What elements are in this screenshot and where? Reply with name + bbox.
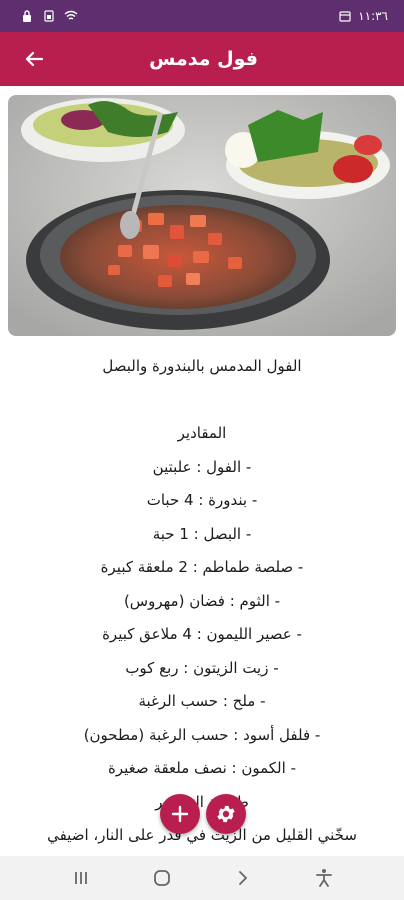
system-nav-bar [0,856,404,900]
ingredient-item: - بندورة : 4 حبات [146,491,258,509]
back-button[interactable] [18,43,50,75]
settings-button[interactable] [206,794,246,834]
recipe-image [8,95,396,336]
accessibility-button[interactable] [308,862,340,894]
preparation-text: سخّني القليل من الزيت في قدر على النار، … [47,826,357,844]
app-bar: فول مدمس [0,32,404,86]
home-button[interactable] [146,862,178,894]
sim-icon [44,10,54,22]
accessibility-icon [315,869,332,887]
ingredient-item: - الثوم : فضان (مهروس) [123,591,281,610]
status-icons-right: ١١:٣٦ [338,9,388,23]
ingredient-item: - عصير الليمون : 4 ملاعق كبيرة [102,625,302,643]
chevron-right-icon [238,871,247,885]
arrow-left-icon [25,51,44,67]
ingredient-item: - ملح : حسب الرغبة [138,692,266,710]
home-icon [153,870,170,886]
page-title: فول مدمس [149,48,258,70]
recents-icon [74,872,87,884]
nav-back-button[interactable] [227,862,259,894]
gear-icon [217,805,235,823]
ingredient-item: - الكمون : نصف ملعقة صغيرة [108,759,296,777]
ingredient-item: - زيت الزيتون : ربع كوب [125,658,279,677]
wifi-icon [64,10,78,20]
ingredient-item: - فلفل أسود : حسب الرغبة (مطحون) [83,725,321,744]
ful-medames-dish-photo [8,95,396,336]
ingredient-item: - الفول : علبتين [152,457,252,476]
status-bar: ١١:٣٦ [0,0,404,32]
recipe-text: الفول المدمس بالبندورة والبصل المقادير -… [0,350,404,860]
recents-button[interactable] [65,862,97,894]
status-time: ١١:٣٦ [358,9,388,23]
ingredient-item: - البصل : 1 حبة [152,524,252,543]
calendar-icon [339,11,351,22]
recipe-subtitle: الفول المدمس بالبندورة والبصل [102,357,302,375]
plus-icon [171,805,189,823]
ingredients-heading: المقادير [177,424,227,442]
preparation-heading: طريقة التحضير [155,792,249,811]
status-icons-left [20,10,78,22]
add-button[interactable] [160,794,200,834]
lock-icon [23,10,31,22]
ingredient-item: - صلصة طماطم : 2 ملعقة كبيرة [100,558,304,576]
